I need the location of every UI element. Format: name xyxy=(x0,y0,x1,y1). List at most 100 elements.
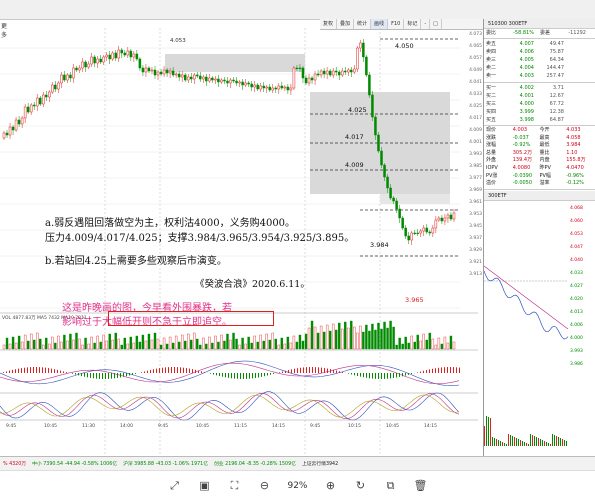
macd-bar xyxy=(285,370,286,373)
time-label: 14:15 xyxy=(272,423,285,429)
mini-price-tick: 4.033 xyxy=(570,270,583,276)
macd-bar xyxy=(96,373,97,379)
candle-body xyxy=(72,67,75,79)
status-item-3[interactable]: 创业 2196.04 -8.35 -0.28% 1509亿 xyxy=(214,460,296,467)
stat-cell: IOPV xyxy=(486,165,498,171)
candle-body xyxy=(395,200,398,210)
volume-bar xyxy=(280,337,284,350)
macd-bar xyxy=(222,373,223,377)
ask-row[interactable]: 卖二 4.004 144.47 xyxy=(484,64,595,72)
candle-body xyxy=(452,212,456,220)
bid-row[interactable]: 买四 3.999 12.38 xyxy=(484,108,595,116)
volume-bar xyxy=(211,342,214,350)
volume-bar xyxy=(36,332,39,350)
macd-bar xyxy=(21,368,22,373)
volume-bar xyxy=(256,341,259,350)
candle-body xyxy=(292,67,296,89)
price-axis: 4.073 4.065 4.057 4.049 4.041 4.033 4.025 4.017… xyxy=(462,28,482,328)
status-item-2[interactable]: 沪深 3985.88 -43.03 -1.06% 1971亿 xyxy=(123,460,208,467)
volume-bar xyxy=(190,339,193,350)
price-tick: 3.985 xyxy=(469,164,482,169)
intraday-mini-chart[interactable]: 4.068 4.060 4.053 4.047 4.040 4.033 4.027 4.020… xyxy=(484,201,595,451)
bid-row[interactable]: 买五 3.998 64.87 xyxy=(484,116,595,124)
bid-label: 买二 xyxy=(486,92,497,99)
ask-row[interactable]: 卖一 4.003 257.47 xyxy=(484,72,595,80)
ask-row[interactable]: 卖四 4.006 75.87 xyxy=(484,48,595,56)
label-4017: 4.017 xyxy=(345,133,364,141)
candle-body xyxy=(32,104,36,107)
candle-body xyxy=(84,61,87,68)
stat-cell: 溢价 xyxy=(486,180,497,187)
macd-bar xyxy=(246,373,247,379)
time-axis: 9:45 10:45 11:30 14:00 9:45 10:45 11:15 14:15 9:… xyxy=(6,423,437,429)
delete-icon[interactable]: 🗑 xyxy=(414,479,428,493)
volume-bar xyxy=(123,337,127,350)
mini-volume-bar xyxy=(518,438,519,446)
candle-body xyxy=(111,52,114,60)
macd-bar xyxy=(450,367,451,373)
macd-bar xyxy=(264,373,265,377)
bid-row[interactable]: 买二 4.001 12.67 xyxy=(484,92,595,100)
volume-bar xyxy=(247,336,250,350)
bid-volume: 12.67 xyxy=(549,92,564,99)
macd-bar xyxy=(33,367,34,373)
bid-row[interactable]: 买一 4.002 3.71 xyxy=(484,84,595,92)
macd-bar xyxy=(297,368,298,373)
candle-body xyxy=(102,56,105,63)
candle-body xyxy=(229,79,232,84)
macd-bar xyxy=(168,367,169,373)
crop-icon[interactable]: ⛶ xyxy=(227,479,241,493)
label-3965: 3.965 xyxy=(405,296,424,304)
macd-bar xyxy=(255,373,256,378)
zoom-out-icon[interactable]: ⊖ xyxy=(257,479,271,493)
ask-row[interactable]: 卖三 4.005 64.34 xyxy=(484,56,595,64)
mini-volume-bar xyxy=(500,440,501,446)
volume-bar xyxy=(295,341,299,350)
volume-bar xyxy=(238,344,241,350)
actual-size-icon[interactable]: ▣ xyxy=(197,479,211,493)
volume-bar xyxy=(29,333,33,350)
label-high: 4.053 xyxy=(170,38,186,44)
macd-bar xyxy=(423,370,424,373)
mini-volume-bar xyxy=(522,440,523,446)
status-item-1[interactable]: 中小 7390.54 -44.94 -0.58% 1006亿 xyxy=(32,460,117,467)
bid-row[interactable]: 买三 4.000 67.72 xyxy=(484,100,595,108)
price-tick: 4.017 xyxy=(469,116,482,121)
candle-body xyxy=(135,53,139,60)
zoom-in-icon[interactable]: ⊕ xyxy=(324,479,338,493)
stat-cell: 涨幅 xyxy=(486,142,497,149)
macd-bar xyxy=(390,373,391,379)
fit-window-icon[interactable]: ⤢ xyxy=(167,479,181,493)
macd-bar xyxy=(231,373,232,379)
status-item-4[interactable]: 上证云行情3942 xyxy=(302,460,338,467)
volume-bar xyxy=(99,341,102,350)
macd-bar xyxy=(192,369,193,373)
ask-volume: 64.34 xyxy=(549,57,564,64)
macd-bar xyxy=(429,369,430,373)
rotate-icon[interactable]: ↻ xyxy=(354,479,368,493)
stat-cell: 今开 xyxy=(539,127,550,134)
macd-bar xyxy=(48,368,49,373)
volume-bar xyxy=(23,334,27,350)
candle-body xyxy=(301,67,305,79)
volume-bar xyxy=(48,343,51,350)
volume-bar xyxy=(452,341,456,350)
macd-bar xyxy=(273,373,274,374)
copy-icon[interactable]: ⧉ xyxy=(384,479,398,493)
volume-bar xyxy=(389,320,392,350)
macd-bar xyxy=(369,373,370,379)
volume-bar xyxy=(328,330,332,350)
mini-volume-bar xyxy=(556,435,557,446)
price-tick: 3.977 xyxy=(469,176,482,181)
volume-bar xyxy=(20,341,24,350)
candle-body xyxy=(189,76,193,80)
volume-bar xyxy=(265,333,268,350)
mini-volume-bar xyxy=(508,433,509,446)
mini-price-tick: 4.027 xyxy=(570,283,583,289)
ask-row[interactable]: 卖五 4.007 49.47 xyxy=(484,40,595,48)
candle-body xyxy=(350,69,353,73)
volume-bar xyxy=(120,344,123,350)
candle-body xyxy=(51,84,54,93)
ask-label: 卖五 xyxy=(486,41,497,48)
macd-bar xyxy=(114,373,115,379)
